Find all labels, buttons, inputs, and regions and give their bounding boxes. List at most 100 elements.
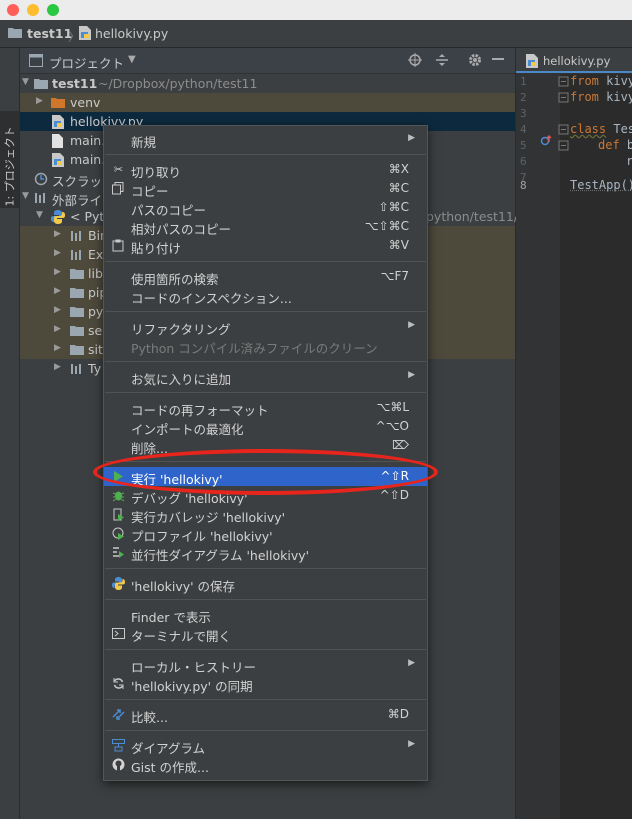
collapsed-arrow-icon[interactable]: ▶ bbox=[54, 267, 61, 277]
collapsed-arrow-icon[interactable]: ▶ bbox=[54, 286, 61, 296]
project-panel-title[interactable]: プロジェクト bbox=[49, 53, 124, 72]
menu-item-optimize-imports[interactable]: インポートの最適化 ^⌥O bbox=[104, 417, 427, 436]
menu-item-inspect-code[interactable]: コードのインスペクション... bbox=[104, 286, 427, 305]
expanded-arrow-icon[interactable]: ▼ bbox=[36, 210, 43, 220]
menu-item-refactor[interactable]: リファクタリング ▶ bbox=[104, 317, 427, 336]
scratches-clock-icon bbox=[34, 172, 48, 186]
gear-icon[interactable] bbox=[468, 53, 482, 67]
menu-item-save-config[interactable]: 'hellokivy' の保存 bbox=[104, 574, 427, 593]
python-file-icon bbox=[52, 153, 64, 167]
collapse-all-icon[interactable] bbox=[435, 53, 449, 67]
breadcrumb-file[interactable]: hellokivy.py bbox=[95, 26, 168, 41]
collapsed-arrow-icon[interactable]: ▶ bbox=[54, 248, 61, 258]
menu-item-create-gist[interactable]: Gist の作成... bbox=[104, 755, 427, 774]
chevron-down-icon[interactable]: ▼ bbox=[128, 54, 136, 65]
line-number: 4 bbox=[520, 123, 527, 136]
code-line[interactable]: TestApp() bbox=[570, 178, 632, 192]
scissors-icon: ✂ bbox=[112, 163, 125, 176]
menu-item-reformat-code[interactable]: コードの再フォーマット ⌥⌘L bbox=[104, 398, 427, 417]
menu-item-add-to-favorites[interactable]: お気に入りに追加 ▶ bbox=[104, 367, 427, 386]
project-tool-window-tab[interactable]: 1: プロジェクト bbox=[0, 111, 19, 208]
breadcrumb-project[interactable]: test11 bbox=[27, 26, 72, 41]
terminal-icon bbox=[112, 627, 125, 640]
menu-item-copy-path[interactable]: パスのコピー ⇧⌘C bbox=[104, 198, 427, 217]
collapsed-arrow-icon[interactable]: ▶ bbox=[54, 229, 61, 239]
menu-item-diagrams[interactable]: ダイアグラム ▶ bbox=[104, 736, 427, 755]
menu-separator bbox=[105, 568, 426, 569]
menu-item-show-in-finder[interactable]: Finder で表示 bbox=[104, 605, 427, 624]
menu-separator bbox=[105, 730, 426, 731]
collapsed-arrow-icon[interactable]: ▶ bbox=[54, 362, 61, 372]
menu-item-paste[interactable]: 貼り付け ⌘V bbox=[104, 236, 427, 255]
menu-item-find-usages[interactable]: 使用箇所の検索 ⌥F7 bbox=[104, 267, 427, 286]
fold-marker-icon[interactable] bbox=[558, 124, 570, 135]
menu-separator bbox=[105, 392, 426, 393]
excluded-folder-icon bbox=[51, 97, 65, 108]
hide-panel-icon[interactable] bbox=[492, 58, 504, 61]
fold-marker-icon[interactable] bbox=[558, 140, 570, 151]
menu-separator bbox=[105, 261, 426, 262]
menu-item-copy-relative-path[interactable]: 相対パスのコピー ⌥⇧⌘C bbox=[104, 217, 427, 236]
window-titlebar bbox=[0, 0, 632, 20]
library-icon bbox=[70, 249, 84, 260]
line-number: 5 bbox=[520, 139, 527, 152]
tree-row-label: test11 bbox=[52, 76, 97, 91]
menu-item-local-history[interactable]: ローカル・ヒストリー ▶ bbox=[104, 655, 427, 674]
line-number: 6 bbox=[520, 155, 527, 168]
submenu-arrow-icon: ▶ bbox=[408, 739, 415, 749]
locate-file-icon[interactable] bbox=[408, 53, 422, 67]
minimize-window-button[interactable] bbox=[27, 4, 39, 16]
menu-item-cut[interactable]: ✂ 切り取り ⌘X bbox=[104, 160, 427, 179]
menu-item-concurrency-diagram[interactable]: 並行性ダイアグラム 'hellokivy' bbox=[104, 543, 427, 562]
collapsed-arrow-icon[interactable]: ▶ bbox=[54, 305, 61, 315]
tree-row-venv[interactable]: ▶ venv bbox=[20, 93, 515, 112]
python-file-icon bbox=[52, 115, 64, 129]
tree-row-label: Ex bbox=[88, 247, 103, 262]
menu-item-profile[interactable]: プロファイル 'hellokivy' bbox=[104, 524, 427, 543]
tree-row-label: py bbox=[88, 304, 103, 319]
collapsed-arrow-icon[interactable]: ▶ bbox=[54, 343, 61, 353]
folder-icon bbox=[70, 344, 84, 355]
copy-icon bbox=[112, 182, 125, 195]
editor-tab[interactable]: hellokivy.py bbox=[516, 48, 632, 74]
tree-row-label: lib bbox=[88, 266, 103, 281]
expanded-arrow-icon[interactable]: ▼ bbox=[22, 77, 29, 87]
code-line[interactable]: def b bbox=[598, 138, 632, 152]
menu-item-new[interactable]: 新規 ▶ bbox=[104, 130, 427, 149]
delete-key-icon: ⌦ bbox=[392, 438, 409, 452]
tree-row-label: se bbox=[88, 323, 102, 338]
collapsed-arrow-icon[interactable]: ▶ bbox=[54, 324, 61, 334]
expanded-arrow-icon[interactable]: ▼ bbox=[22, 191, 29, 201]
override-marker-icon[interactable] bbox=[540, 135, 552, 147]
code-line[interactable]: class Tes bbox=[570, 122, 632, 136]
menu-item-open-in-terminal[interactable]: ターミナルで開く bbox=[104, 624, 427, 643]
tree-row-label: sit bbox=[88, 342, 103, 357]
zoom-window-button[interactable] bbox=[47, 4, 59, 16]
code-line[interactable]: from kivy bbox=[570, 90, 632, 104]
python-logo-icon bbox=[112, 577, 125, 590]
menu-item-compare[interactable]: 比較... ⌘D bbox=[104, 705, 427, 724]
editor-tab-label: hellokivy.py bbox=[543, 54, 610, 68]
folder-icon bbox=[8, 27, 22, 38]
fold-marker-icon[interactable] bbox=[558, 92, 570, 103]
close-window-button[interactable] bbox=[7, 4, 19, 16]
code-line[interactable]: r bbox=[626, 154, 632, 168]
left-tool-window-bar: 1: プロジェクト bbox=[0, 48, 20, 819]
collapsed-arrow-icon[interactable]: ▶ bbox=[36, 96, 43, 106]
menu-item-synchronize[interactable]: 'hellokivy.py' の同期 bbox=[104, 674, 427, 693]
folder-icon bbox=[34, 78, 48, 89]
menu-item-clean-compiled: Python コンパイル済みファイルのクリーン bbox=[104, 336, 427, 355]
tree-row-label: main. bbox=[70, 133, 105, 148]
paste-icon bbox=[112, 239, 125, 252]
code-line[interactable]: from kivy bbox=[570, 74, 632, 88]
submenu-arrow-icon: ▶ bbox=[408, 370, 415, 380]
menu-separator bbox=[105, 649, 426, 650]
submenu-arrow-icon: ▶ bbox=[408, 320, 415, 330]
fold-marker-icon[interactable] bbox=[558, 76, 570, 87]
tree-row-path: ~/Dropbox/python/test11 bbox=[98, 76, 257, 91]
library-icon bbox=[34, 192, 48, 203]
sync-icon bbox=[112, 677, 125, 690]
menu-item-copy[interactable]: コピー ⌘C bbox=[104, 179, 427, 198]
tree-row-project-root[interactable]: ▼ test11 ~/Dropbox/python/test11 bbox=[20, 74, 515, 93]
menu-item-run-coverage[interactable]: 実行カバレッジ 'hellokivy' bbox=[104, 505, 427, 524]
